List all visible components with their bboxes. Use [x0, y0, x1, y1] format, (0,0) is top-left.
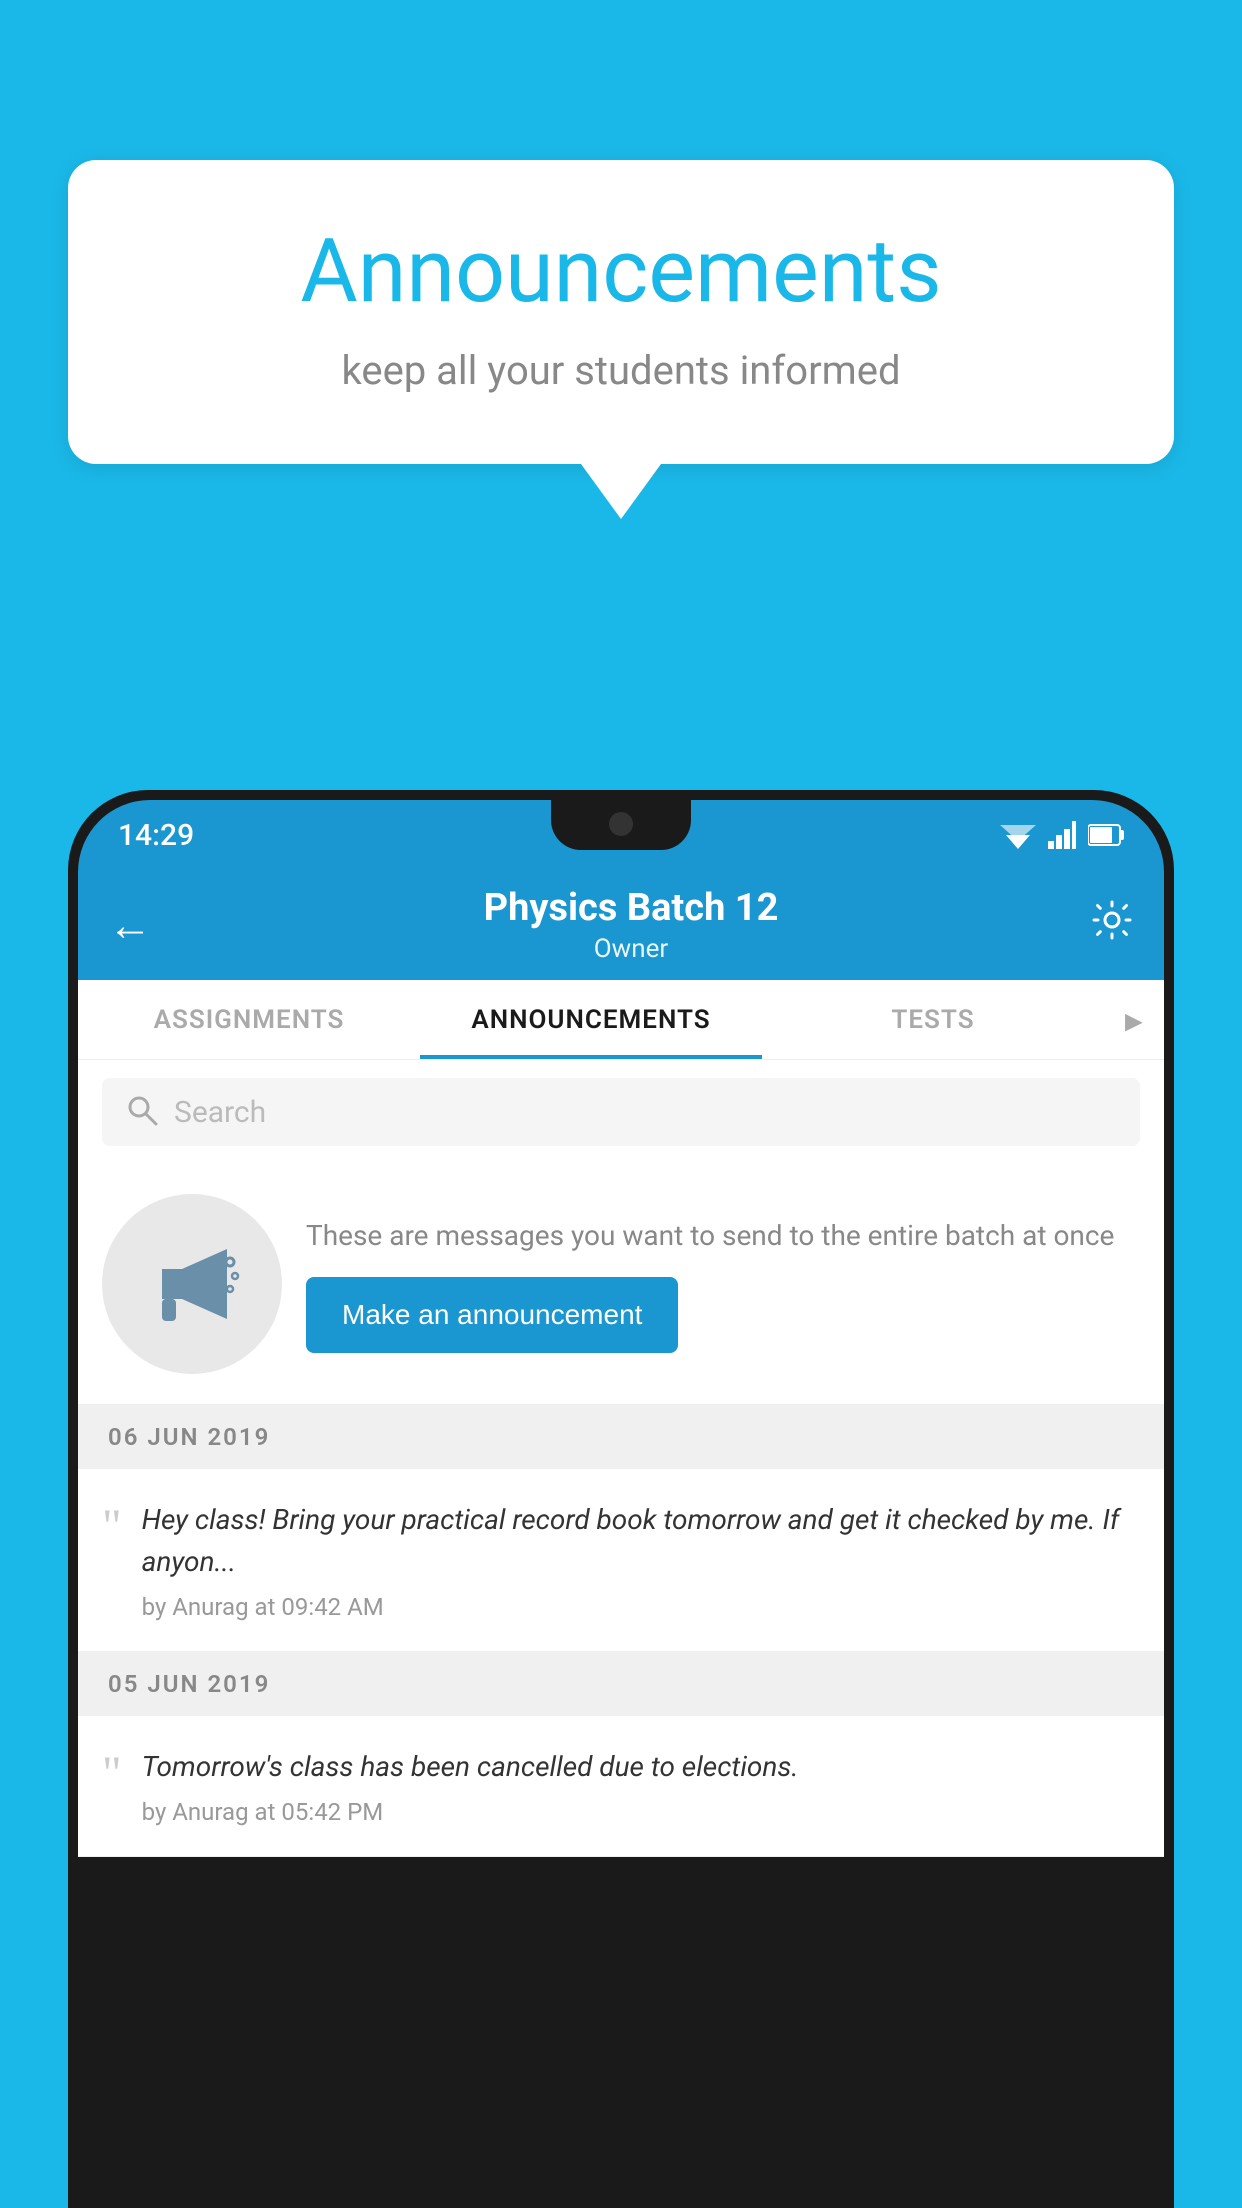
- signal-icon: [1048, 821, 1076, 849]
- wifi-icon: [1000, 821, 1036, 849]
- tabs-bar: ASSIGNMENTS ANNOUNCEMENTS TESTS ▸: [78, 980, 1164, 1060]
- phone-inner: 14:29: [78, 800, 1164, 2208]
- app-bar-title: Physics Batch 12: [172, 886, 1090, 930]
- phone-frame: 14:29: [68, 790, 1174, 2208]
- date-divider-2: 05 JUN 2019: [78, 1652, 1164, 1716]
- quote-icon-2: ": [102, 1750, 122, 1798]
- app-bar-subtitle: Owner: [172, 934, 1090, 964]
- announcement-message-1: Hey class! Bring your practical record b…: [142, 1499, 1140, 1583]
- date-divider-1: 06 JUN 2019: [78, 1405, 1164, 1469]
- quote-icon-1: ": [102, 1503, 122, 1551]
- announcement-meta-2: by Anurag at 05:42 PM: [142, 1798, 1140, 1826]
- status-bar: 14:29: [78, 800, 1164, 870]
- search-bar: Search: [78, 1060, 1164, 1164]
- announcement-content-2: Tomorrow's class has been cancelled due …: [142, 1746, 1140, 1826]
- app-bar-title-group: Physics Batch 12 Owner: [172, 886, 1090, 964]
- announcement-content-1: Hey class! Bring your practical record b…: [142, 1499, 1140, 1621]
- announcement-item-2[interactable]: " Tomorrow's class has been cancelled du…: [78, 1716, 1164, 1857]
- search-icon: [126, 1094, 158, 1130]
- megaphone-icon: [142, 1234, 242, 1334]
- speech-bubble-tail: [581, 464, 661, 519]
- tab-assignments[interactable]: ASSIGNMENTS: [78, 980, 420, 1059]
- announcement-meta-1: by Anurag at 09:42 AM: [142, 1593, 1140, 1621]
- back-button[interactable]: ←: [108, 899, 152, 951]
- speech-bubble-section: Announcements keep all your students inf…: [68, 160, 1174, 519]
- promo-description: These are messages you want to send to t…: [306, 1215, 1140, 1257]
- announcement-message-2: Tomorrow's class has been cancelled due …: [142, 1746, 1140, 1788]
- search-placeholder: Search: [174, 1095, 266, 1130]
- announcement-item-1[interactable]: " Hey class! Bring your practical record…: [78, 1469, 1164, 1652]
- speech-bubble-subtitle: keep all your students informed: [148, 347, 1094, 394]
- announcement-promo: These are messages you want to send to t…: [78, 1164, 1164, 1405]
- promo-content: These are messages you want to send to t…: [306, 1215, 1140, 1353]
- promo-icon-circle: [102, 1194, 282, 1374]
- tab-announcements[interactable]: ANNOUNCEMENTS: [420, 980, 762, 1059]
- tab-more[interactable]: ▸: [1104, 980, 1164, 1059]
- search-input-wrapper[interactable]: Search: [102, 1078, 1140, 1146]
- camera: [609, 812, 633, 836]
- speech-bubble-title: Announcements: [148, 220, 1094, 323]
- settings-icon[interactable]: [1090, 898, 1134, 952]
- make-announcement-button[interactable]: Make an announcement: [306, 1277, 678, 1353]
- notch: [551, 800, 691, 850]
- status-time: 14:29: [118, 818, 194, 853]
- screen-content: Search: [78, 1060, 1164, 1857]
- app-bar: ← Physics Batch 12 Owner: [78, 870, 1164, 980]
- battery-icon: [1088, 823, 1124, 847]
- tab-tests[interactable]: TESTS: [762, 980, 1104, 1059]
- speech-bubble-card: Announcements keep all your students inf…: [68, 160, 1174, 464]
- status-icons: [1000, 821, 1124, 849]
